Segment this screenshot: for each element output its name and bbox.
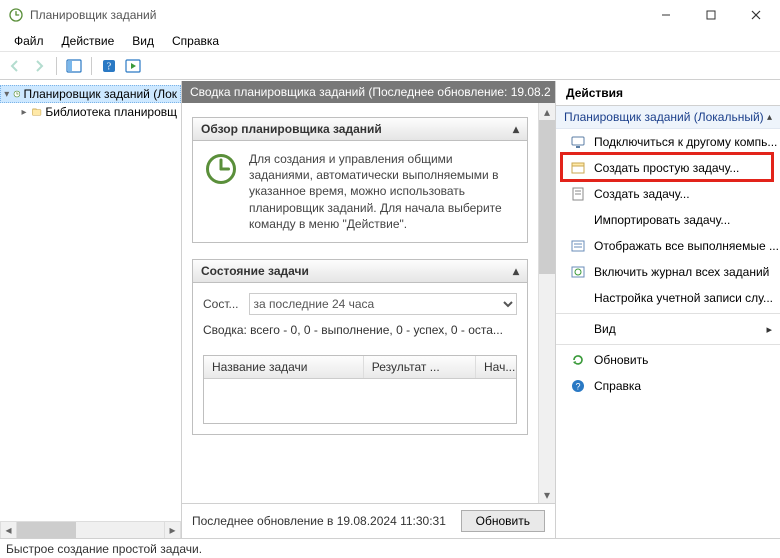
action-create-basic-label: Создать простую задачу... — [594, 161, 739, 175]
tree-root-label: Планировщик заданий (Лок — [23, 87, 177, 101]
task-state-panel: Состояние задачи ▴ Сост... за последние … — [192, 259, 528, 435]
chevron-up-icon: ▴ — [767, 112, 772, 123]
action-account-config[interactable]: Настройка учетной записи слу... — [556, 285, 780, 311]
update-bar: Последнее обновление в 19.08.2024 11:30:… — [182, 503, 555, 538]
maximize-button[interactable] — [688, 0, 733, 30]
tree-library[interactable]: ▸ Библиотека планировщ — [0, 103, 181, 121]
toolbar-pane-icon[interactable] — [63, 55, 85, 77]
menu-file[interactable]: Файл — [6, 32, 52, 50]
svg-text:?: ? — [107, 61, 112, 72]
toolbar: ? — [0, 52, 780, 80]
status-bar: Быстрое создание простой задачи. — [0, 538, 780, 558]
status-text: Быстрое создание простой задачи. — [6, 542, 202, 556]
title-bar: Планировщик заданий — [0, 0, 780, 30]
account-icon — [570, 290, 586, 306]
app-icon — [8, 7, 24, 23]
action-refresh[interactable]: Обновить — [556, 347, 780, 373]
menu-help[interactable]: Справка — [164, 32, 227, 50]
state-summary: Сводка: всего - 0, 0 - выполнение, 0 - у… — [203, 323, 517, 337]
history-icon — [570, 264, 586, 280]
import-icon — [570, 212, 586, 228]
col-start[interactable]: Нач... — [476, 356, 516, 378]
submenu-arrow-icon: ▸ — [766, 323, 772, 336]
task-icon — [570, 186, 586, 202]
action-help[interactable]: ? Справка — [556, 373, 780, 399]
action-enable-history[interactable]: Включить журнал всех заданий — [556, 259, 780, 285]
action-import-task[interactable]: Импортировать задачу... — [556, 207, 780, 233]
overview-text: Для создания и управления общими задания… — [249, 151, 517, 232]
main-content: ▾ Планировщик заданий (Лок ▸ Библиотека … — [0, 80, 780, 538]
window-title: Планировщик заданий — [30, 8, 643, 22]
action-import-label: Импортировать задачу... — [594, 213, 730, 227]
state-period-select[interactable]: за последние 24 часа — [249, 293, 517, 315]
chevron-up-icon: ▴ — [513, 264, 519, 278]
action-view-label: Вид — [594, 322, 616, 336]
toolbar-run-icon[interactable] — [122, 55, 144, 77]
expand-icon[interactable]: ▸ — [20, 107, 28, 118]
view-icon — [570, 321, 586, 337]
task-table: Название задачи Результат ... Нач... — [203, 355, 517, 424]
refresh-button[interactable]: Обновить — [461, 510, 545, 532]
action-history-label: Включить журнал всех заданий — [594, 265, 769, 279]
action-view[interactable]: Вид ▸ — [556, 316, 780, 342]
action-help-label: Справка — [594, 379, 641, 393]
scroll-down-icon[interactable]: ▾ — [539, 486, 555, 503]
collapse-icon[interactable]: ▾ — [4, 89, 10, 100]
summary-pane: Сводка планировщика заданий (Последнее о… — [182, 81, 556, 538]
help-icon: ? — [570, 378, 586, 394]
menu-view[interactable]: Вид — [124, 32, 162, 50]
action-show-running[interactable]: Отображать все выполняемые ... — [556, 233, 780, 259]
close-button[interactable] — [733, 0, 778, 30]
overview-title: Обзор планировщика заданий — [201, 122, 382, 136]
state-label: Сост... — [203, 297, 239, 311]
tree-library-label: Библиотека планировщ — [45, 105, 177, 119]
center-vscroll[interactable]: ▴ ▾ — [538, 103, 555, 503]
scroll-up-icon[interactable]: ▴ — [539, 103, 555, 120]
last-update-label: Последнее обновление в 19.08.2024 11:30:… — [192, 514, 449, 528]
menu-action[interactable]: Действие — [54, 32, 123, 50]
action-refresh-label: Обновить — [594, 353, 648, 367]
tree-pane: ▾ Планировщик заданий (Лок ▸ Библиотека … — [0, 81, 182, 538]
action-account-label: Настройка учетной записи слу... — [594, 291, 773, 305]
task-state-title: Состояние задачи — [201, 264, 309, 278]
forward-button[interactable] — [28, 55, 50, 77]
col-result[interactable]: Результат ... — [364, 356, 476, 378]
minimize-button[interactable] — [643, 0, 688, 30]
clock-icon — [203, 151, 239, 190]
actions-title: Действия — [556, 81, 780, 106]
actions-group-header[interactable]: Планировщик заданий (Локальный) ▴ — [556, 106, 780, 129]
task-table-body — [204, 379, 516, 423]
summary-header: Сводка планировщика заданий (Последнее о… — [182, 81, 555, 103]
menu-bar: Файл Действие Вид Справка — [0, 30, 780, 52]
list-icon — [570, 238, 586, 254]
action-show-running-label: Отображать все выполняемые ... — [594, 239, 779, 253]
scroll-left-icon[interactable]: ◂ — [0, 522, 17, 538]
overview-header[interactable]: Обзор планировщика заданий ▴ — [192, 117, 528, 141]
scroll-right-icon[interactable]: ▸ — [164, 522, 181, 538]
toolbar-help-icon[interactable]: ? — [98, 55, 120, 77]
col-task-name[interactable]: Название задачи — [204, 356, 364, 378]
tree-root[interactable]: ▾ Планировщик заданий (Лок — [0, 85, 181, 103]
actions-pane: Действия Планировщик заданий (Локальный)… — [556, 81, 780, 538]
actions-group-label: Планировщик заданий (Локальный) — [564, 110, 764, 124]
action-create-label: Создать задачу... — [594, 187, 690, 201]
tree-hscroll[interactable]: ◂ ▸ — [0, 521, 181, 538]
action-connect-label: Подключиться к другому компь... — [594, 135, 777, 149]
svg-text:?: ? — [575, 382, 580, 392]
refresh-icon — [570, 352, 586, 368]
task-state-header[interactable]: Состояние задачи ▴ — [192, 259, 528, 283]
action-connect[interactable]: Подключиться к другому компь... — [556, 129, 780, 155]
chevron-up-icon: ▴ — [513, 122, 519, 136]
overview-panel: Обзор планировщика заданий ▴ Для создани… — [192, 117, 528, 243]
action-create-task[interactable]: Создать задачу... — [556, 181, 780, 207]
back-button[interactable] — [4, 55, 26, 77]
computer-icon — [570, 134, 586, 150]
action-create-basic-task[interactable]: Создать простую задачу... — [556, 155, 780, 181]
wizard-icon — [570, 160, 586, 176]
